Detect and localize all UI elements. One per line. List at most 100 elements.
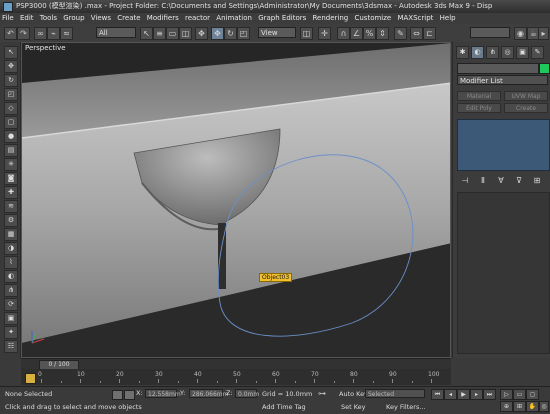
selection-filter-dropdown[interactable]: All (96, 27, 136, 38)
menu-tools[interactable]: Tools (40, 14, 57, 22)
lock-selection-icon[interactable] (112, 390, 123, 400)
utilities-icon[interactable]: ✦ (4, 326, 18, 339)
edit-poly-button[interactable]: Edit Poly (457, 103, 501, 113)
menu-animation[interactable]: Animation (216, 14, 252, 22)
percent-snap-icon[interactable]: % (363, 27, 376, 40)
viewport-label[interactable]: Perspective (25, 44, 66, 52)
sphere-icon[interactable]: ● (4, 130, 18, 143)
reference-coordinate-dropdown[interactable]: View (258, 27, 296, 38)
mirror-icon[interactable]: ⇔ (410, 27, 423, 40)
menu-group[interactable]: Group (63, 14, 84, 22)
pan-icon[interactable]: ✋ (526, 401, 539, 412)
named-selection-sets-dropdown[interactable] (470, 27, 510, 38)
unlink-icon[interactable]: ⌁ (47, 27, 60, 40)
material-button[interactable]: Material (457, 91, 501, 101)
key-icon[interactable]: ⊶ (318, 390, 332, 398)
motion-tab-icon[interactable]: ◎ (501, 46, 514, 59)
make-unique-icon[interactable]: ∀ (495, 176, 507, 186)
angle-snap-icon[interactable]: ∠ (350, 27, 363, 40)
uvw-map-button[interactable]: UVW Map (504, 91, 548, 101)
configure-sets-icon[interactable]: ⊞ (531, 176, 543, 186)
select-icon[interactable]: ↖ (4, 46, 18, 59)
link-icon[interactable]: ∞ (34, 27, 47, 40)
spacewarp-icon[interactable]: ≋ (4, 200, 18, 213)
menu-views[interactable]: Views (91, 14, 111, 22)
play-icon[interactable]: ▶ (457, 389, 470, 400)
key-mode-icon[interactable] (25, 373, 36, 384)
object-name-field[interactable] (457, 63, 539, 74)
material-icon[interactable]: ◐ (4, 270, 18, 283)
create-tab-icon[interactable]: ✱ (456, 46, 469, 59)
go-to-end-icon[interactable]: ⏭ (483, 389, 496, 400)
display-icon[interactable]: ▣ (4, 312, 18, 325)
window-crossing-icon[interactable]: ◫ (179, 27, 192, 40)
spinner-snap-icon[interactable]: ⇕ (376, 27, 389, 40)
menu-file[interactable]: File (2, 14, 14, 22)
camera-icon[interactable]: ◙ (4, 172, 18, 185)
x-coordinate-field[interactable]: 12.558mm (145, 389, 181, 398)
scale-icon[interactable]: ◰ (4, 88, 18, 101)
helper-icon[interactable]: ✚ (4, 186, 18, 199)
previous-frame-icon[interactable]: ◂ (444, 389, 457, 400)
loft-icon[interactable]: ⌇ (4, 256, 18, 269)
menu-reactor[interactable]: reactor (185, 14, 210, 22)
absolute-mode-icon[interactable] (124, 390, 135, 400)
remove-modifier-icon[interactable]: ⊽ (513, 176, 525, 186)
zoom-all-icon[interactable]: ⊞ (513, 401, 526, 412)
menu-graph-editors[interactable]: Graph Editors (258, 14, 306, 22)
bind-space-warp-icon[interactable]: ≈ (60, 27, 73, 40)
time-slider[interactable]: 0 / 100 (21, 358, 451, 370)
rectangular-selection-icon[interactable]: ▭ (166, 27, 179, 40)
go-to-start-icon[interactable]: ⏮ (431, 389, 444, 400)
maximize-viewport-icon[interactable]: ◻ (526, 389, 539, 400)
track-bar[interactable]: 0 10 20 30 40 50 60 70 80 90 100 (21, 369, 451, 385)
show-end-result-icon[interactable]: Ⅱ (477, 176, 489, 186)
undo-icon[interactable]: ↶ (4, 27, 17, 40)
next-frame-icon[interactable]: ▸ (470, 389, 483, 400)
modifier-list-dropdown[interactable]: Modifier List (457, 75, 548, 85)
auto-key-button[interactable]: Auto Key (339, 389, 368, 399)
select-and-move-icon[interactable]: ✥ (195, 27, 208, 40)
zoom-icon[interactable]: ⊕ (500, 401, 513, 412)
box-icon[interactable]: ▢ (4, 116, 18, 129)
snaps-toggle-icon[interactable]: ∩ (337, 27, 350, 40)
hierarchy-tab-icon[interactable]: ⋔ (486, 46, 499, 59)
add-time-tag-button[interactable]: Add Time Tag (262, 402, 306, 412)
y-coordinate-field[interactable]: 286.066mm (189, 389, 229, 398)
hierarchy-icon[interactable]: ⋔ (4, 284, 18, 297)
orbit-icon[interactable]: ◎ (539, 401, 549, 412)
select-and-manipulate-icon[interactable]: ✛ (318, 27, 331, 40)
redo-icon[interactable]: ↷ (17, 27, 30, 40)
display-tab-icon[interactable]: ▣ (516, 46, 529, 59)
field-of-view-icon[interactable]: ▷ (500, 389, 513, 400)
edit-mesh-icon[interactable]: ▦ (4, 228, 18, 241)
align-icon[interactable]: ⊏ (423, 27, 436, 40)
material-editor-icon[interactable]: ◉ (514, 27, 527, 40)
object-color-swatch[interactable] (539, 63, 550, 74)
modifier-stack[interactable] (457, 119, 550, 171)
pivot-point-icon[interactable]: ◫ (300, 27, 313, 40)
set-key-button[interactable]: Set Key (341, 402, 366, 412)
light-icon[interactable]: ✳ (4, 158, 18, 171)
render-setup-icon[interactable]: ☷ (4, 340, 18, 353)
menu-create[interactable]: Create (117, 14, 140, 22)
perspective-viewport[interactable]: Perspective Object03 (21, 42, 451, 358)
select-object-icon[interactable]: ↖ (140, 27, 153, 40)
create-button[interactable]: Create (504, 103, 548, 113)
utilities-tab-icon[interactable]: ✎ (531, 46, 544, 59)
menu-help[interactable]: Help (440, 14, 456, 22)
select-by-name-icon[interactable]: ≡ (153, 27, 166, 40)
menu-edit[interactable]: Edit (20, 14, 34, 22)
boolean-icon[interactable]: ◑ (4, 242, 18, 255)
modify-tab-icon[interactable]: ◐ (471, 46, 484, 59)
zoom-region-icon[interactable]: ▭ (513, 389, 526, 400)
select-move-active-icon[interactable]: ✥ (211, 27, 224, 40)
key-selection-dropdown[interactable]: Selected (365, 389, 425, 398)
menu-customize[interactable]: Customize (354, 14, 391, 22)
named-selection-icon[interactable]: ✎ (394, 27, 407, 40)
quick-render-icon[interactable]: ▸ (538, 27, 549, 40)
key-filters-button[interactable]: Key Filters... (386, 402, 426, 412)
rotate-icon[interactable]: ↻ (4, 74, 18, 87)
select-and-rotate-icon[interactable]: ↻ (224, 27, 237, 40)
menu-modifiers[interactable]: Modifiers (147, 14, 179, 22)
